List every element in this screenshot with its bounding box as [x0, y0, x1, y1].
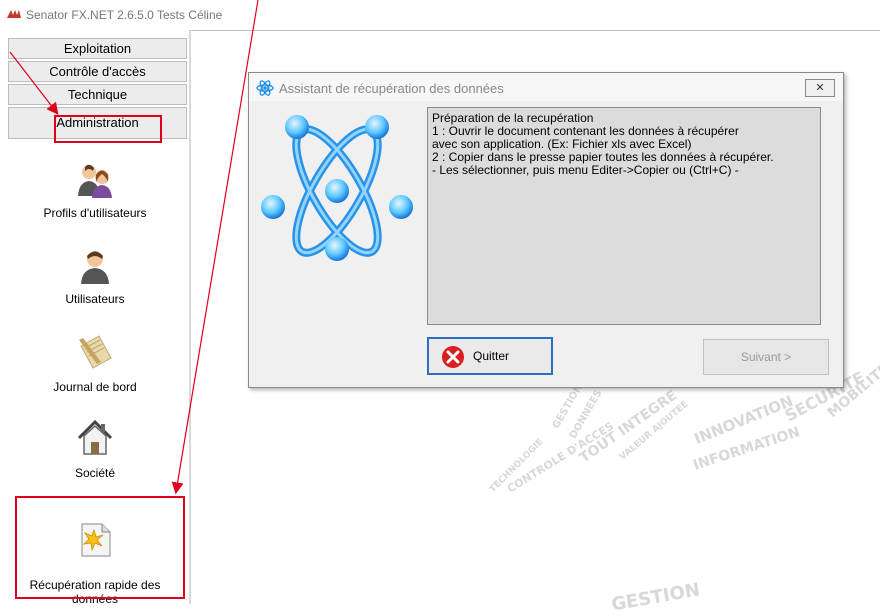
nav-exploitation-button[interactable]: Exploitation — [8, 38, 187, 59]
quit-button[interactable]: Quitter — [427, 337, 553, 375]
next-button[interactable]: Suivant > — [703, 339, 829, 375]
dialog-title: Assistant de récupération des données — [279, 81, 504, 96]
users-group-icon — [78, 164, 112, 198]
app-titlebar: Senator FX.NET 2.6.5.0 Tests Céline — [0, 0, 880, 30]
window-title: Senator FX.NET 2.6.5.0 Tests Céline — [26, 8, 223, 22]
module-label: Journal de bord — [53, 380, 137, 394]
module-journal-de-bord[interactable]: Journal de bord — [0, 332, 190, 394]
nav-technique-button[interactable]: Technique — [8, 84, 187, 105]
instructions-text: Préparation de la recupération 1 : Ouvri… — [427, 107, 821, 325]
module-label: Profils d'utilisateurs — [43, 206, 147, 220]
house-icon — [77, 419, 113, 455]
atom-small-icon — [256, 80, 274, 96]
module-societe[interactable]: Société — [0, 418, 190, 480]
nav-controle-acces-button[interactable]: Contrôle d'accès — [8, 61, 187, 82]
app-logo-icon — [7, 10, 21, 18]
notebook-pen-icon — [79, 335, 112, 369]
module-utilisateurs[interactable]: Utilisateurs — [0, 248, 190, 306]
module-label: Utilisateurs — [65, 292, 125, 306]
quit-button-label: Quitter — [473, 349, 510, 363]
cancel-x-icon — [442, 346, 464, 368]
atom-illustration-icon — [261, 115, 413, 261]
import-wizard-dialog: Assistant de récupération des données ✕ … — [248, 72, 844, 388]
user-icon — [81, 251, 109, 284]
dialog-titlebar[interactable]: Assistant de récupération des données ✕ — [249, 73, 843, 101]
highlight-administration-box — [54, 115, 162, 143]
module-profils-utilisateurs[interactable]: Profils d'utilisateurs — [0, 162, 190, 220]
module-label: Société — [74, 466, 116, 480]
highlight-recuperation-box — [15, 496, 185, 599]
watermark-word: GESTION — [609, 579, 702, 616]
dialog-close-button[interactable]: ✕ — [805, 79, 835, 97]
